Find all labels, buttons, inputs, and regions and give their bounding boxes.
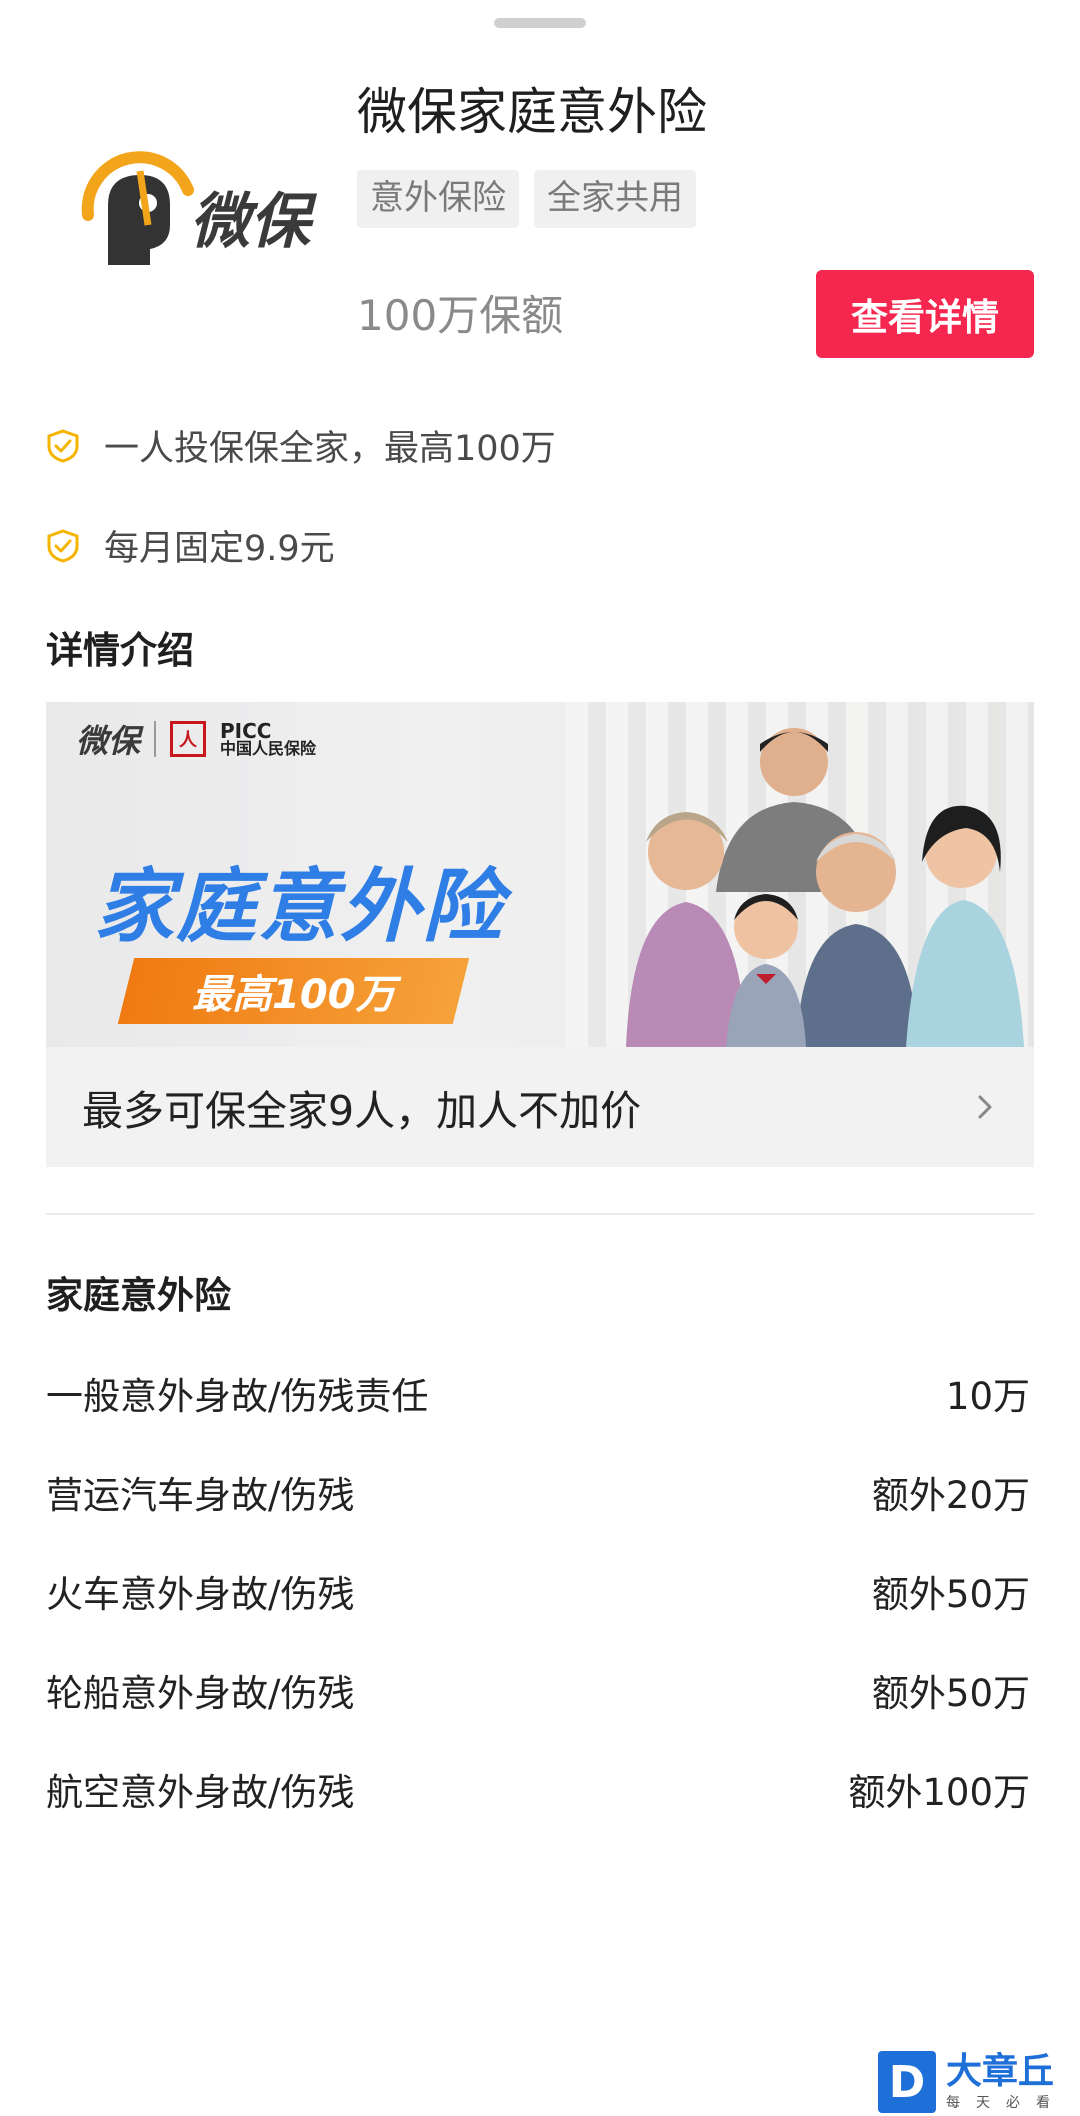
watermark-d-icon: D: [878, 2051, 936, 2113]
banner-weibao-logo: 微保: [76, 722, 141, 760]
plan-title: 家庭意外险: [46, 1274, 231, 1317]
picc-seal-icon: 人: [170, 721, 207, 757]
logo-text: 微保: [190, 187, 310, 257]
coverage-value: 额外50万: [871, 1672, 1030, 1715]
coverage-value: 额外20万: [871, 1474, 1030, 1517]
banner-brand-logos: 微保 人 PICC 中国人民保险: [76, 716, 316, 762]
coverage-row: 航空意外身故/伤残 额外100万: [46, 1762, 1034, 1816]
banner-badge: 最高100万: [117, 958, 470, 1024]
coverage-label: 火车意外身故/伤残: [46, 1573, 355, 1616]
banner-headline: 家庭意外险: [94, 860, 504, 953]
shield-check-icon: [47, 528, 79, 563]
feature-text: 每月固定9.9元: [104, 529, 335, 569]
watermark-logo: D 大章丘 每天必看: [878, 2048, 1080, 2116]
coverage-row: 一般意外身故/伤残责任 10万: [46, 1366, 1034, 1420]
coverage-label: 轮船意外身故/伤残: [46, 1672, 355, 1715]
product-title: 微保家庭意外险: [357, 83, 707, 141]
coverage-value: 额外50万: [871, 1573, 1030, 1616]
coverage-value: 额外100万: [848, 1771, 1030, 1814]
coverage-row: 火车意外身故/伤残 额外50万: [46, 1564, 1034, 1618]
section-divider: [46, 1213, 1034, 1215]
banner-logo-divider: [154, 721, 157, 757]
coverage-amount: 100万保额: [357, 291, 564, 340]
product-tags: 意外保险 全家共用: [357, 170, 696, 228]
promo-banner[interactable]: 微保 人 PICC 中国人民保险 家庭意外险 最高100万: [46, 702, 1034, 1047]
tag-family-shared: 全家共用: [534, 170, 696, 228]
banner-caption-row[interactable]: 最多可保全家9人，加人不加价: [46, 1047, 1034, 1167]
banner-caption-text: 最多可保全家9人，加人不加价: [82, 1087, 642, 1135]
family-photo: [626, 728, 1024, 1047]
weibao-logo: 微保: [78, 145, 318, 270]
coverage-value: 10万: [945, 1375, 1030, 1418]
view-details-button[interactable]: 查看详情: [816, 270, 1034, 358]
coverage-row: 营运汽车身故/伤残 额外20万: [46, 1465, 1034, 1519]
sheet-drag-handle[interactable]: [494, 18, 586, 28]
feature-item: 一人投保保全家，最高100万: [46, 420, 556, 471]
coverage-label: 一般意外身故/伤残责任: [46, 1375, 429, 1418]
coverage-label: 营运汽车身故/伤残: [46, 1474, 355, 1517]
chevron-right-icon: [978, 1095, 992, 1119]
watermark-name: 大章丘: [946, 2051, 1055, 2092]
tag-accident-insurance: 意外保险: [357, 170, 519, 228]
shield-check-icon: [47, 428, 79, 463]
details-section-title: 详情介绍: [46, 629, 194, 672]
coverage-label: 航空意外身故/伤残: [46, 1771, 355, 1814]
watermark-slogan: 每天必看: [946, 2095, 1066, 2111]
coverage-row: 轮船意外身故/伤残 额外50万: [46, 1663, 1034, 1717]
picc-logo: PICC 中国人民保险: [220, 719, 317, 758]
feature-item: 每月固定9.9元: [46, 520, 335, 571]
feature-text: 一人投保保全家，最高100万: [104, 429, 556, 469]
